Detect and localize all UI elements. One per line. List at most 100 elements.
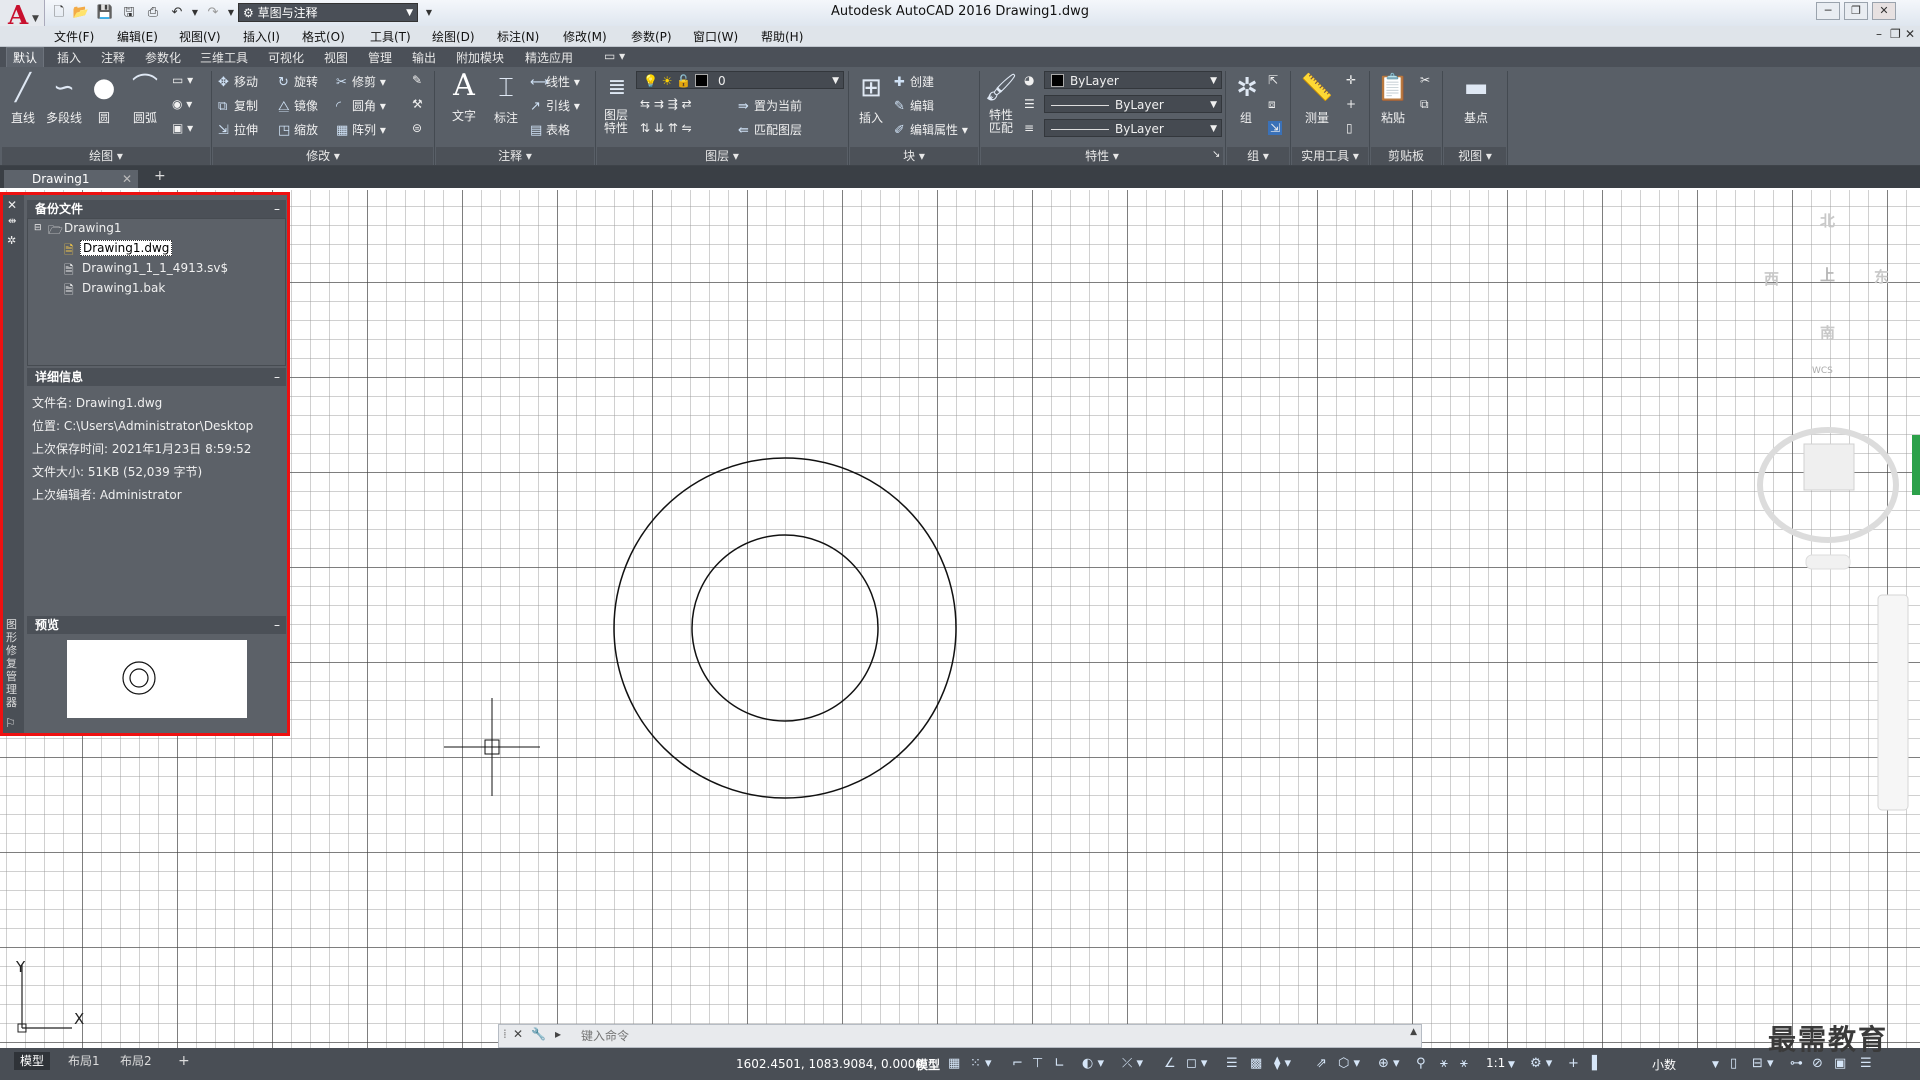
tab-addins[interactable]: 附加模块 — [456, 49, 504, 66]
viewcube-top[interactable]: 上 — [1820, 264, 1835, 285]
viewcube-east[interactable]: 东 — [1874, 266, 1889, 287]
calculator-icon[interactable]: ✛ — [1346, 73, 1356, 87]
new-tab-icon[interactable]: + — [154, 168, 166, 184]
isolate-objects-icon[interactable]: ⊶ — [1790, 1056, 1803, 1071]
base-point-tool[interactable]: ▬ 基点 — [1454, 71, 1498, 126]
array-tool[interactable]: ▦ 阵列 ▾ — [336, 121, 386, 138]
insert-block-tool[interactable]: ⊞ 插入 — [852, 71, 890, 126]
chevron-up-icon[interactable]: ▲ — [1410, 1027, 1417, 1037]
chevron-down-icon[interactable]: ▼ — [1712, 1060, 1719, 1070]
linear-tool[interactable]: ⟷线性 ▾ — [530, 73, 580, 90]
menu-parametric[interactable]: 参数(P) — [631, 28, 672, 45]
clipboard-panel-title[interactable]: 剪贴板 — [1371, 147, 1441, 165]
line-tool[interactable]: ╱ 直线 — [4, 71, 42, 126]
layer-tools-row-1[interactable]: ⇆ ⇉ ⇶ ⇄ — [640, 97, 692, 111]
view-cube[interactable] — [1757, 427, 1899, 570]
menu-view[interactable]: 视图(V) — [179, 28, 221, 45]
close-icon[interactable]: ✕ — [122, 170, 132, 188]
layer-dropdown[interactable]: 💡 ☀ 🔓 0 ▼ — [636, 71, 844, 89]
explode-icon[interactable]: ⚒ — [412, 97, 423, 111]
table-tool[interactable]: ▤ 表格 — [530, 121, 570, 138]
file-tab-drawing1[interactable]: Drawing1 ✕ — [4, 170, 138, 188]
layers-panel-title[interactable]: 图层 ▾ — [597, 147, 847, 165]
chevron-down-icon[interactable]: ▼ — [1508, 1060, 1515, 1070]
linetype-dropdown[interactable]: ByLayer ▼ — [1044, 95, 1222, 113]
tab-view[interactable]: 视图 — [324, 49, 348, 66]
doc-restore-icon[interactable]: ❐ — [1890, 27, 1901, 41]
groups-panel-title[interactable]: 组 ▾ — [1227, 147, 1289, 165]
quick-calc-icon[interactable]: ▯ — [1346, 121, 1353, 135]
selection-filter-icon[interactable]: ⊕ ▾ — [1378, 1056, 1400, 1071]
point-icon[interactable]: + — [1346, 97, 1356, 111]
menu-modify[interactable]: 修改(M) — [563, 28, 607, 45]
move-tool[interactable]: ✥ 移动 — [218, 73, 258, 90]
menu-window[interactable]: 窗口(W) — [693, 28, 738, 45]
grid-icon[interactable]: ▦ — [948, 1056, 960, 1071]
tab-insert[interactable]: 插入 — [57, 49, 81, 66]
paste-tool[interactable]: 📋 粘贴 — [1374, 71, 1412, 126]
draw-panel-title[interactable]: 绘图 ▾ — [2, 147, 210, 165]
layer-tools-row-2[interactable]: ⇅ ⇊ ⇈ ⇋ — [640, 121, 692, 135]
properties-panel-title[interactable]: 特性 ▾ — [981, 147, 1223, 165]
close-icon[interactable]: ✕ — [513, 1027, 523, 1041]
polyline-tool[interactable]: ∽ 多段线 — [44, 71, 84, 126]
object-snap-icon[interactable]: ◻ ▾ — [1186, 1056, 1207, 1071]
menu-insert[interactable]: 插入(I) — [243, 28, 280, 45]
viewcube-south[interactable]: 南 — [1820, 322, 1835, 343]
scale-tool[interactable]: ◳ 缩放 — [278, 121, 318, 138]
tab-home[interactable]: 默认 — [6, 47, 45, 68]
minimize-icon[interactable]: ─ — [1816, 2, 1840, 20]
annotation-scale[interactable]: 1:1 — [1486, 1056, 1505, 1070]
circle-tool[interactable]: ● 圆 — [86, 71, 122, 126]
color-dropdown[interactable]: ByLayer ▼ — [1044, 71, 1222, 89]
model-space-toggle[interactable]: 模型 — [916, 1056, 940, 1073]
clean-screen-icon[interactable]: ▣ — [1834, 1056, 1846, 1071]
menu-format[interactable]: 格式(O) — [302, 28, 345, 45]
inner-circle[interactable] — [691, 534, 879, 722]
group-select-icon[interactable]: ⇲ — [1268, 121, 1283, 135]
units-icon[interactable]: ▌ — [1592, 1056, 1602, 1071]
doc-close-icon[interactable]: ✕ — [1905, 27, 1915, 41]
tab-3d-tools[interactable]: 三维工具 — [200, 49, 248, 66]
wcs-menu[interactable]: WCS — [1812, 366, 1833, 376]
polar-tracking-icon[interactable]: ◐ ▾ — [1082, 1056, 1104, 1071]
erase-icon[interactable]: ✎ — [412, 73, 422, 87]
quick-properties-icon[interactable]: ▯ — [1730, 1056, 1737, 1071]
menu-dimension[interactable]: 标注(N) — [497, 28, 539, 45]
tab-manage[interactable]: 管理 — [368, 49, 392, 66]
fillet-tool[interactable]: ◜ 圆角 ▾ — [336, 97, 386, 114]
annotation-panel-title[interactable]: 注释 ▾ — [436, 147, 594, 165]
edit-block-tool[interactable]: ✎ 编辑 — [894, 97, 934, 114]
selection-cycling-icon[interactable]: ⧫ ▾ — [1274, 1056, 1291, 1071]
tab-layout2[interactable]: 布局2 — [114, 1052, 158, 1070]
ortho-icon[interactable]: ∟ — [1054, 1056, 1065, 1071]
hardware-acceleration-icon[interactable]: ⊘ — [1812, 1056, 1823, 1071]
trim-tool[interactable]: ✂ 修剪 ▾ — [336, 73, 386, 90]
auto-scale-icon[interactable]: ⚹ — [1460, 1056, 1468, 1071]
group-edit-icon[interactable]: ⧈ — [1268, 97, 1276, 112]
panel-launcher-icon[interactable]: ↘ — [1212, 149, 1220, 160]
annotation-visibility-icon[interactable]: ⚹ — [1440, 1056, 1448, 1071]
rectangle-icon[interactable]: ▭ ▾ — [172, 73, 193, 87]
gizmo-icon[interactable]: ⚲ — [1416, 1056, 1426, 1071]
measure-tool[interactable]: 📏 测量 — [1298, 71, 1336, 126]
annotation-monitor-icon[interactable]: + — [1568, 1056, 1579, 1071]
command-prompt-icon[interactable]: ▸ — [555, 1027, 561, 1041]
dynamic-ucs-icon[interactable]: ⬡ ▾ — [1338, 1056, 1360, 1071]
menu-draw[interactable]: 绘图(D) — [432, 28, 475, 45]
text-tool[interactable]: A 文字 — [444, 69, 484, 124]
close-icon[interactable]: ✕ — [1872, 2, 1896, 20]
set-current-tool[interactable]: ⇛ 置为当前 — [738, 97, 802, 114]
mirror-tool[interactable]: ⧋ 镜像 — [278, 97, 318, 114]
tab-parametric[interactable]: 参数化 — [145, 49, 181, 66]
utilities-panel-title[interactable]: 实用工具 ▾ — [1292, 147, 1368, 165]
lock-ui-icon[interactable]: ⊟ ▾ — [1752, 1056, 1774, 1071]
group-tool[interactable]: ✲ 组 — [1230, 71, 1262, 126]
transparency-icon[interactable]: ▩ — [1250, 1056, 1262, 1071]
rotate-tool[interactable]: ↻ 旋转 — [278, 73, 318, 90]
object-snap-tracking-icon[interactable]: ∠ — [1164, 1056, 1176, 1071]
copy-clip-icon[interactable]: ⧉ — [1420, 97, 1429, 112]
create-block-tool[interactable]: ✚ 创建 — [894, 73, 934, 90]
tab-model[interactable]: 模型 — [14, 1052, 51, 1070]
command-input[interactable] — [579, 1026, 1403, 1046]
